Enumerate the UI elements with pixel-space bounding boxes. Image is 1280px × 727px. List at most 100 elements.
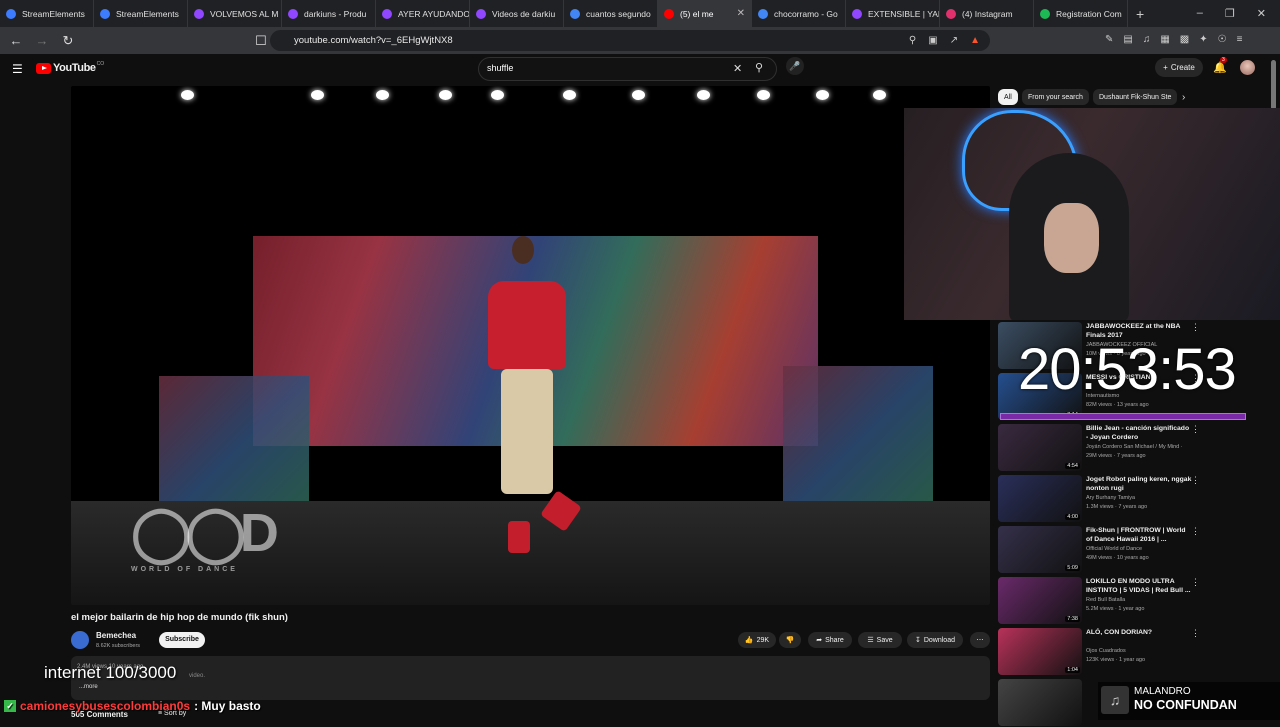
browser-tab[interactable]: EXTENSIBLE | YAR: [846, 0, 940, 27]
share-icon[interactable]: ↗: [950, 35, 958, 46]
description-box[interactable]: 2.4M views 10 years ago video. ...more: [71, 656, 990, 700]
browser-tab[interactable]: AYER AYUDANDO: [376, 0, 470, 27]
bell-icon[interactable]: 🔔 3: [1213, 57, 1227, 74]
more-options-icon[interactable]: ⋮: [1191, 424, 1200, 435]
search-icon[interactable]: ⚲: [755, 61, 763, 74]
video-player[interactable]: ◯◯D WORLD OF DANCE: [71, 86, 990, 605]
recommendation-item[interactable]: 4:00 Joget Robot paling keren, nggak nont…: [998, 475, 1268, 523]
hamburger-icon[interactable]: ☰: [12, 62, 23, 76]
recommendation-title[interactable]: Fik-Shun | FRONTROW | World of Dance Haw…: [1086, 526, 1192, 544]
clear-search-icon[interactable]: ✕: [733, 62, 742, 75]
more-options-icon[interactable]: ⋮: [1191, 322, 1200, 333]
like-button[interactable]: 👍 29K: [738, 632, 776, 648]
dancer-shirt: [488, 281, 566, 369]
now-playing-overlay: ♫ MALANDRO NO CONFUNDAN: [1098, 682, 1280, 720]
recommendation-thumbnail[interactable]: 1:04: [998, 628, 1082, 675]
brave-shield-icon[interactable]: ▲: [970, 35, 980, 46]
description-more-link[interactable]: ...more: [79, 684, 98, 690]
more-options-icon[interactable]: ⋮: [1191, 526, 1200, 537]
back-icon[interactable]: ←: [6, 33, 26, 48]
vpn-icon[interactable]: ☉: [1218, 34, 1227, 45]
puzzle-icon[interactable]: ✎: [1105, 34, 1113, 45]
album-art-icon: ♫: [1101, 686, 1129, 714]
tab-label: VOLVEMOS AL M: [210, 8, 279, 19]
reload-icon[interactable]: ↻: [58, 33, 78, 49]
browser-tab[interactable]: darkiuns - Produ: [282, 0, 376, 27]
youtube-logo[interactable]: YouTube CO: [36, 61, 104, 74]
recommendation-item[interactable]: 1:04 ALÓ, CON DORIAN? Ojos Cuadrados 123K v…: [998, 628, 1268, 676]
close-tab-icon[interactable]: ✕: [737, 8, 745, 19]
sidebar-icon[interactable]: ▤: [1123, 34, 1132, 45]
recommendation-item[interactable]: 7:38 LOKILLO EN MODO ULTRA INSTINTO | 5 V…: [998, 577, 1268, 625]
scrollbar[interactable]: [1271, 60, 1276, 110]
recommendation-thumbnail[interactable]: 4:54: [998, 424, 1082, 471]
minimize-icon[interactable]: –: [1197, 7, 1203, 20]
browser-tab[interactable]: Registration Com: [1034, 0, 1128, 27]
tab-favicon-icon: [382, 8, 392, 19]
recommendation-thumbnail[interactable]: 7:38: [998, 577, 1082, 624]
channel-avatar[interactable]: [71, 631, 89, 649]
tab-label: StreamElements: [22, 8, 85, 19]
recommendation-thumbnail[interactable]: 5:09: [998, 526, 1082, 573]
download-button[interactable]: ↧ Download: [907, 632, 963, 648]
avatar[interactable]: [1240, 60, 1255, 75]
tab-favicon-icon: [1040, 8, 1050, 19]
share-button[interactable]: ➦ Share: [808, 632, 852, 648]
restore-icon[interactable]: ❐: [1225, 7, 1235, 20]
search-input[interactable]: shuffle: [487, 63, 513, 73]
recommendation-meta: 123K views · 1 year ago: [1086, 657, 1146, 663]
bookmark-icon[interactable]: ☐: [251, 33, 271, 49]
stage-light: [563, 90, 576, 100]
ai-icon[interactable]: ✦: [1199, 34, 1207, 45]
close-window-icon[interactable]: ✕: [1257, 7, 1266, 20]
more-options-icon[interactable]: ⋮: [1191, 475, 1200, 486]
forward-icon[interactable]: →: [32, 33, 52, 48]
channel-name[interactable]: Bemechea: [96, 631, 136, 640]
recommendation-title[interactable]: Joget Robot paling keren, nggak nonton r…: [1086, 475, 1192, 493]
tab-label: cuantos segundo: [586, 8, 651, 19]
recommendation-thumbnail[interactable]: [998, 679, 1082, 726]
recommendation-item[interactable]: 5:09 Fik-Shun | FRONTROW | World of Dance…: [998, 526, 1268, 574]
filter-chip[interactable]: From your search: [1022, 89, 1089, 105]
url-text[interactable]: youtube.com/watch?v=_6EHgWjtNX8: [294, 35, 453, 46]
tab-label: (5) el me: [680, 8, 714, 19]
save-button[interactable]: ☰ Save: [858, 632, 902, 648]
more-options-icon[interactable]: ⋮: [1191, 628, 1200, 639]
recommendation-item[interactable]: 4:54 Billie Jean - canción significado - …: [998, 424, 1268, 472]
microphone-icon[interactable]: 🎤: [786, 57, 804, 75]
menu-dots-icon[interactable]: ≡: [1237, 34, 1243, 45]
recommendation-thumbnail[interactable]: 4:00: [998, 475, 1082, 522]
address-bar[interactable]: youtube.com/watch?v=_6EHgWjtNX8 ⚲ ▣ ↗ ▲: [270, 30, 990, 51]
dislike-button[interactable]: 👎: [779, 632, 801, 648]
recommendation-title[interactable]: Billie Jean - canción significado - Joya…: [1086, 424, 1192, 442]
wod-watermark: ◯◯D: [131, 503, 279, 563]
recommendation-title[interactable]: LOKILLO EN MODO ULTRA INSTINTO | 5 VIDAS…: [1086, 577, 1192, 595]
browser-tab[interactable]: Videos de darkiu: [470, 0, 564, 27]
browser-tab[interactable]: StreamElements: [0, 0, 94, 27]
recommendation-title[interactable]: ALÓ, CON DORIAN?: [1086, 628, 1192, 637]
browser-tab[interactable]: (5) el me ✕: [658, 0, 752, 27]
browser-tab[interactable]: VOLVEMOS AL M: [188, 0, 282, 27]
download-icon: ↧: [914, 637, 921, 644]
reader-icon[interactable]: ▦: [1160, 34, 1169, 45]
zoom-icon[interactable]: ⚲: [909, 35, 916, 46]
browser-tab[interactable]: chocorramo - Go: [752, 0, 846, 27]
filter-chip[interactable]: Dushaunt Fik-Shun Ste: [1093, 89, 1178, 105]
more-options-icon[interactable]: ⋮: [1191, 577, 1200, 588]
dancer-shoe: [508, 521, 530, 553]
chevron-right-icon[interactable]: ›: [1182, 92, 1185, 103]
cast-icon[interactable]: ▣: [928, 35, 937, 46]
new-tab-icon[interactable]: +: [1136, 6, 1144, 22]
browser-tab[interactable]: cuantos segundo: [564, 0, 658, 27]
music-icon[interactable]: ♫: [1143, 34, 1151, 45]
filter-chip[interactable]: All: [998, 89, 1018, 105]
create-button[interactable]: + Create: [1155, 58, 1203, 77]
download-label: Download: [923, 636, 955, 644]
browser-tab[interactable]: (4) Instagram: [940, 0, 1034, 27]
more-actions-button[interactable]: ⋯: [970, 632, 990, 648]
tab-favicon-icon: [570, 8, 580, 19]
search-box[interactable]: shuffle ✕ ⚲: [478, 57, 777, 81]
subscribe-button[interactable]: Subscribe: [159, 632, 205, 648]
browser-tab[interactable]: StreamElements: [94, 0, 188, 27]
wallet-icon[interactable]: ▩: [1180, 34, 1189, 45]
